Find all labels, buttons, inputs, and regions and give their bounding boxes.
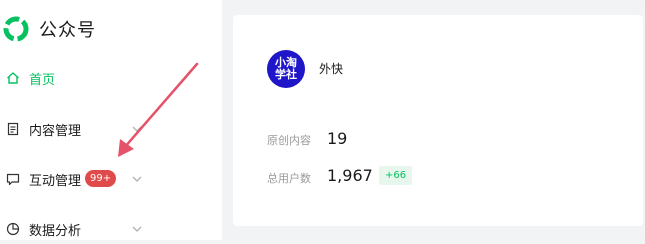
avatar-text: 小淘学社 [275,56,297,81]
brand-name: 公众号 [39,20,96,41]
sidebar-item-label: 内容管理 [29,123,82,139]
account-name: 外快 [319,62,344,76]
chevron-down-icon[interactable] [130,122,144,136]
avatar[interactable]: 小淘学社 [267,50,305,88]
notification-badge: 99+ [85,170,117,187]
sidebar-item-home[interactable]: 首页 [0,63,222,93]
message-icon [6,173,20,186]
chevron-down-icon[interactable] [130,172,144,186]
sidebar-item-content[interactable]: 内容管理 [0,114,222,144]
brand[interactable]: 公众号 [2,14,96,44]
user-change-badge: +66 [379,166,413,185]
wechat-mp-logo-icon [3,16,29,42]
document-icon [7,122,19,136]
sidebar-item-label: 数据分析 [29,223,82,239]
sidebar-item-label: 互动管理 [29,173,82,189]
account-overview-card: 小淘学社 外快 原创内容 19 总用户数 1,967 +66 [233,15,643,226]
sidebar: 公众号 首页 内容管理 互动管理 99+ 数据分析 [0,0,222,240]
total-users-value: 1,967 [327,166,373,185]
chevron-down-icon[interactable] [130,222,144,236]
pie-chart-icon [6,222,20,236]
original-content-value: 19 [327,129,348,148]
original-content-label: 原创内容 [267,134,311,147]
home-icon [7,72,19,84]
sidebar-item-interaction[interactable]: 互动管理 99+ [0,164,222,194]
total-users-label: 总用户数 [267,172,311,185]
sidebar-item-label: 首页 [29,72,56,88]
